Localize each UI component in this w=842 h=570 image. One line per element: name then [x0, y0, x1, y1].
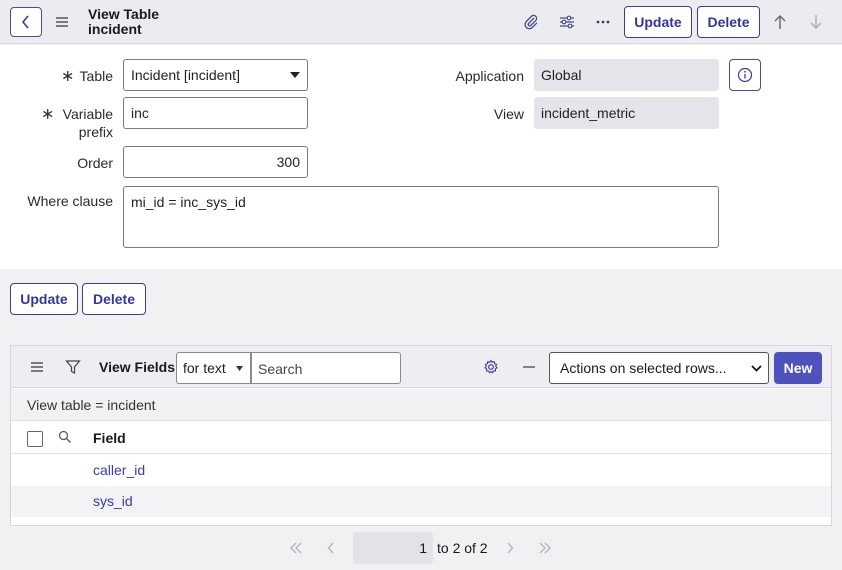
- application-label: Application: [455, 68, 525, 84]
- info-button[interactable]: [729, 59, 761, 91]
- search-input[interactable]: Search: [251, 352, 401, 384]
- header-delete-button[interactable]: Delete: [697, 6, 760, 38]
- view-label: View: [493, 106, 524, 122]
- where-clause-label: Where clause: [27, 193, 113, 209]
- page-title: View Table incident: [88, 7, 159, 37]
- caret-down-icon: [290, 72, 300, 78]
- new-button[interactable]: New: [774, 352, 822, 384]
- form-header: View Table incident Update Delete: [0, 0, 842, 44]
- required-asterisk-icon: ∗: [61, 68, 75, 85]
- list-title: View Fields: [99, 359, 175, 375]
- header-update-button[interactable]: Update: [624, 6, 692, 38]
- variable-prefix-label: Variable prefix: [56, 105, 113, 141]
- view-fields-list: View Fields for text Search Actions on s…: [10, 345, 832, 526]
- chevron-left-icon: [21, 15, 29, 29]
- application-value: Global: [534, 59, 719, 91]
- table-label: Table: [79, 68, 113, 84]
- order-input[interactable]: 300: [123, 146, 308, 178]
- list-toolbar: View Fields for text Search Actions on s…: [11, 346, 831, 388]
- required-asterisk-icon: ∗: [41, 106, 55, 123]
- gear-icon[interactable]: [483, 359, 499, 378]
- table-row: sys_id: [11, 486, 831, 517]
- collapse-icon[interactable]: [521, 359, 537, 378]
- actions-select[interactable]: Actions on selected rows...: [549, 352, 769, 384]
- search-placeholder: Search: [258, 361, 303, 377]
- arrow-up-icon[interactable]: [769, 11, 791, 33]
- order-label: Order: [77, 155, 113, 171]
- variable-prefix-label-line1: Variable: [62, 106, 113, 122]
- row-field-link[interactable]: sys_id: [93, 493, 133, 509]
- filter-breadcrumb[interactable]: View table = incident: [11, 389, 831, 421]
- table-select[interactable]: Incident [incident]: [123, 59, 308, 91]
- list-pager: 1 to 2 of 2: [0, 527, 842, 570]
- more-options-icon[interactable]: [592, 11, 614, 33]
- first-page-icon[interactable]: [289, 541, 303, 557]
- search-icon[interactable]: [58, 430, 72, 447]
- variable-prefix-input[interactable]: inc: [123, 97, 308, 129]
- page-number-input[interactable]: 1: [353, 532, 433, 564]
- last-page-icon[interactable]: [538, 541, 552, 557]
- actions-select-value: Actions on selected rows...: [560, 360, 727, 376]
- arrow-down-icon[interactable]: [805, 11, 827, 33]
- list-column-header: Field: [11, 422, 831, 454]
- list-menu-icon[interactable]: [29, 359, 45, 378]
- variable-prefix-label-line2: prefix: [78, 124, 113, 140]
- filter-icon[interactable]: [65, 359, 81, 378]
- where-clause-textarea[interactable]: mi_id = inc_sys_id: [123, 186, 719, 248]
- delete-button[interactable]: Delete: [82, 283, 146, 315]
- back-button[interactable]: [10, 7, 42, 37]
- search-type-value: for text: [183, 360, 226, 376]
- view-value: incident_metric: [534, 97, 719, 129]
- search-type-select[interactable]: for text: [176, 352, 251, 384]
- previous-page-icon[interactable]: [327, 541, 335, 557]
- select-all-checkbox[interactable]: [27, 431, 43, 447]
- table-row: caller_id: [11, 455, 831, 486]
- table-select-value: Incident [incident]: [131, 67, 240, 83]
- row-field-link[interactable]: caller_id: [93, 462, 145, 478]
- column-header-field[interactable]: Field: [93, 430, 126, 446]
- update-button[interactable]: Update: [10, 283, 78, 315]
- next-page-icon[interactable]: [506, 541, 514, 557]
- settings-sliders-icon[interactable]: [556, 11, 578, 33]
- caret-down-icon: [236, 366, 243, 371]
- page-title-line1: View Table: [88, 6, 160, 22]
- page-range-text: to 2 of 2: [437, 540, 488, 556]
- info-icon: [737, 67, 753, 83]
- paperclip-icon[interactable]: [520, 11, 542, 33]
- page-title-line2: incident: [88, 21, 142, 37]
- record-form: ∗ Table Incident [incident] ∗ Variable p…: [0, 45, 842, 269]
- context-menu-icon[interactable]: [54, 14, 70, 30]
- chevron-down-icon: [751, 365, 762, 372]
